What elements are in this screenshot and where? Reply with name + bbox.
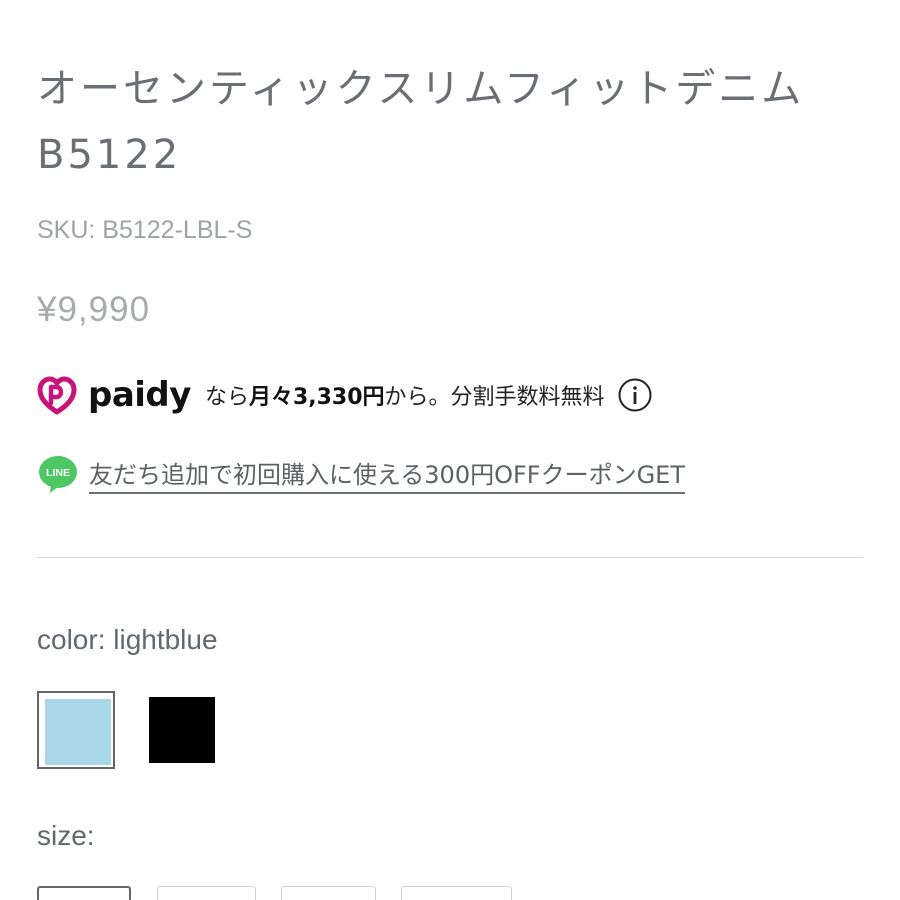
product-title: オーセンティックスリムフィットデニム B5122 — [37, 66, 805, 178]
size-option[interactable] — [281, 886, 376, 900]
paidy-monthly-amount: 月々3,330円 — [248, 385, 385, 410]
paidy-logo-icon — [37, 376, 77, 415]
line-icon-text: LINE — [46, 467, 70, 479]
size-option[interactable] — [157, 886, 256, 900]
info-icon[interactable] — [617, 377, 653, 413]
color-swatch-black-fill — [149, 697, 215, 763]
section-divider — [37, 557, 863, 558]
product-price: ¥9,990 — [37, 290, 151, 329]
size-option[interactable] — [401, 886, 512, 900]
paidy-installment-banner: paidy なら月々3,330円から。分割手数料無料 — [34, 370, 653, 420]
paidy-text-prefix: なら — [204, 385, 249, 410]
size-label: size: — [37, 820, 95, 851]
line-icon: LINE — [39, 456, 77, 493]
color-swatch-lightblue-fill — [45, 699, 111, 765]
color-swatch-lightblue[interactable] — [37, 691, 115, 769]
line-coupon-link[interactable]: 友だち追加で初回購入に使える300円OFFクーポンGET — [89, 455, 686, 494]
line-coupon-row[interactable]: LINE 友だち追加で初回購入に使える300円OFFクーポンGET — [37, 453, 686, 495]
color-swatch-black[interactable] — [143, 691, 221, 769]
paidy-text: なら月々3,330円から。分割手数料無料 — [205, 379, 605, 411]
paidy-text-suffix: から。分割手数料無料 — [384, 385, 605, 410]
size-option-selected[interactable] — [37, 886, 131, 900]
paidy-brand: paidy — [88, 375, 191, 415]
color-label: color: lightblue — [37, 624, 218, 655]
product-sku: SKU: B5122-LBL-S — [37, 216, 253, 244]
